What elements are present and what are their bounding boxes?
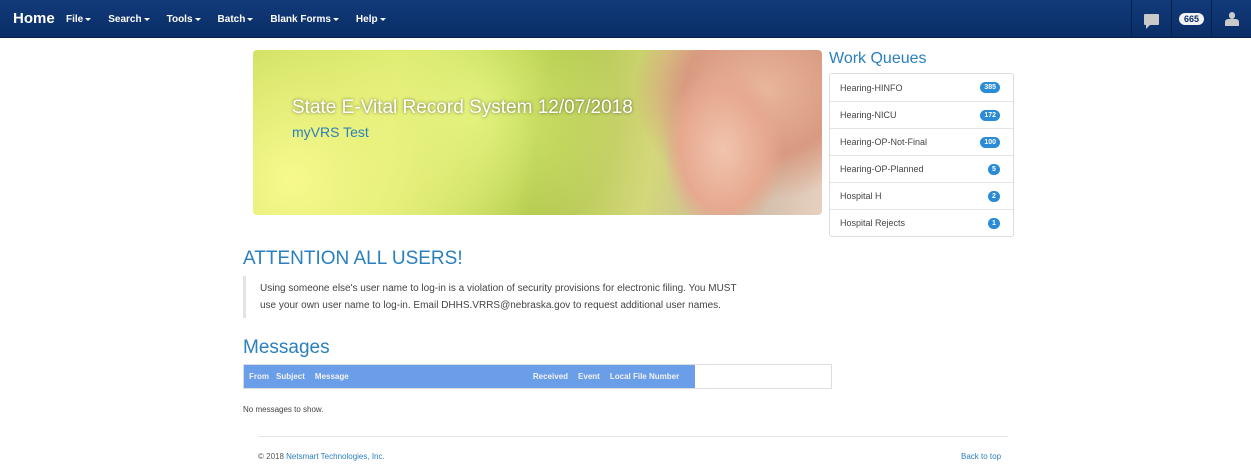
work-queues-list: Hearing-HINFO 385 Hearing-NICU 172 Hearing… bbox=[829, 73, 1014, 237]
nav-home-link[interactable]: Home bbox=[13, 10, 55, 27]
messages-table: From Subject Message Received Event Loca… bbox=[243, 364, 832, 389]
copyright: © 2018 Netsmart Technologies, Inc. bbox=[258, 452, 385, 461]
back-to-top-link[interactable]: Back to top bbox=[961, 452, 1001, 461]
work-queue-label: Hearing-NICU bbox=[840, 110, 897, 120]
work-queue-label: Hospital Rejects bbox=[840, 218, 906, 228]
menu-help[interactable]: Help bbox=[356, 14, 386, 25]
column-header-event[interactable]: Event bbox=[573, 372, 605, 381]
menu-blank-forms-label: Blank Forms bbox=[270, 14, 331, 25]
caret-down-icon bbox=[379, 18, 386, 21]
menu-batch-label: Batch bbox=[217, 14, 246, 25]
caret-down-icon bbox=[332, 18, 339, 21]
work-queue-count-badge: 172 bbox=[980, 109, 1000, 121]
empty-messages-text: No messages to show. bbox=[243, 405, 324, 414]
chat-bubble-icon bbox=[1144, 13, 1159, 29]
work-queue-count-badge: 385 bbox=[980, 82, 1000, 93]
column-header-from[interactable]: From bbox=[244, 372, 274, 381]
work-queue-count-badge: 2 bbox=[988, 190, 1000, 202]
work-queue-count-badge: 5 bbox=[988, 163, 1000, 175]
work-queue-count-badge: 100 bbox=[980, 136, 1000, 148]
user-icon bbox=[1224, 12, 1239, 26]
menu-file[interactable]: File bbox=[66, 14, 92, 25]
work-queue-item[interactable]: Hospital Rejects 1 bbox=[830, 209, 1013, 236]
work-queue-label: Hearing-OP-Planned bbox=[840, 164, 924, 174]
menu-search-label: Search bbox=[108, 14, 142, 25]
caret-down-icon bbox=[143, 18, 150, 21]
work-queue-count-badge: 1 bbox=[988, 217, 1000, 229]
column-header-received[interactable]: Received bbox=[528, 372, 573, 381]
column-header-message[interactable]: Message bbox=[310, 372, 528, 381]
caret-down-icon bbox=[194, 18, 201, 21]
security-notice-line-1: Using someone else's user name to log-in… bbox=[260, 283, 737, 294]
messages-table-header: From Subject Message Received Event Loca… bbox=[244, 365, 696, 388]
footer-divider bbox=[258, 436, 1008, 437]
work-queue-item[interactable]: Hearing-OP-Not-Final 100 bbox=[830, 128, 1013, 155]
menu-batch[interactable]: Batch bbox=[218, 14, 254, 25]
menu-file-label: File bbox=[66, 14, 84, 25]
messages-heading: Messages bbox=[243, 337, 330, 358]
caret-down-icon bbox=[85, 18, 92, 21]
column-header-local-file-number[interactable]: Local File Number bbox=[605, 372, 695, 381]
hero-banner: State E-Vital Record System 12/07/2018 m… bbox=[253, 50, 822, 215]
security-notice-line-2: use your own user name to log-in. Email … bbox=[260, 300, 721, 311]
notification-count-badge: 665 bbox=[1178, 13, 1205, 25]
menu-tools-label: Tools bbox=[166, 14, 193, 25]
work-queue-item[interactable]: Hospital H 2 bbox=[830, 182, 1013, 209]
work-queue-label: Hearing-OP-Not-Final bbox=[840, 137, 928, 147]
nav-menu: File Search Tools Batch Blank Forms Help bbox=[66, 14, 403, 25]
menu-help-label: Help bbox=[355, 14, 378, 25]
copyright-prefix: © 2018 bbox=[258, 452, 287, 461]
top-navbar: Home File Search Tools Batch Blank Forms… bbox=[0, 0, 1251, 38]
security-notice: Using someone else's user name to log-in… bbox=[243, 276, 833, 318]
hero-title: State E-Vital Record System 12/07/2018 bbox=[292, 97, 633, 118]
work-queues-title: Work Queues bbox=[829, 50, 927, 67]
notifications-button[interactable]: 665 bbox=[1171, 0, 1211, 38]
work-queue-label: Hearing-HINFO bbox=[840, 82, 903, 93]
menu-blank-forms[interactable]: Blank Forms bbox=[270, 14, 339, 25]
menu-tools[interactable]: Tools bbox=[167, 14, 201, 25]
column-header-subject[interactable]: Subject bbox=[274, 372, 310, 381]
work-queue-item[interactable]: Hearing-NICU 172 bbox=[830, 101, 1013, 128]
nav-right-tools: 665 bbox=[1131, 0, 1251, 38]
caret-down-icon bbox=[247, 18, 254, 21]
company-link[interactable]: Netsmart Technologies, Inc. bbox=[286, 452, 385, 461]
work-queue-label: Hospital H bbox=[840, 191, 882, 201]
user-menu-button[interactable] bbox=[1211, 0, 1251, 38]
work-queue-item[interactable]: Hearing-OP-Planned 5 bbox=[830, 155, 1013, 182]
work-queue-item[interactable]: Hearing-HINFO 385 bbox=[830, 74, 1013, 101]
attention-heading: ATTENTION ALL USERS! bbox=[243, 248, 463, 269]
hero-subtitle: myVRS Test bbox=[292, 124, 369, 140]
messages-button[interactable] bbox=[1131, 0, 1171, 38]
menu-search[interactable]: Search bbox=[108, 14, 150, 25]
